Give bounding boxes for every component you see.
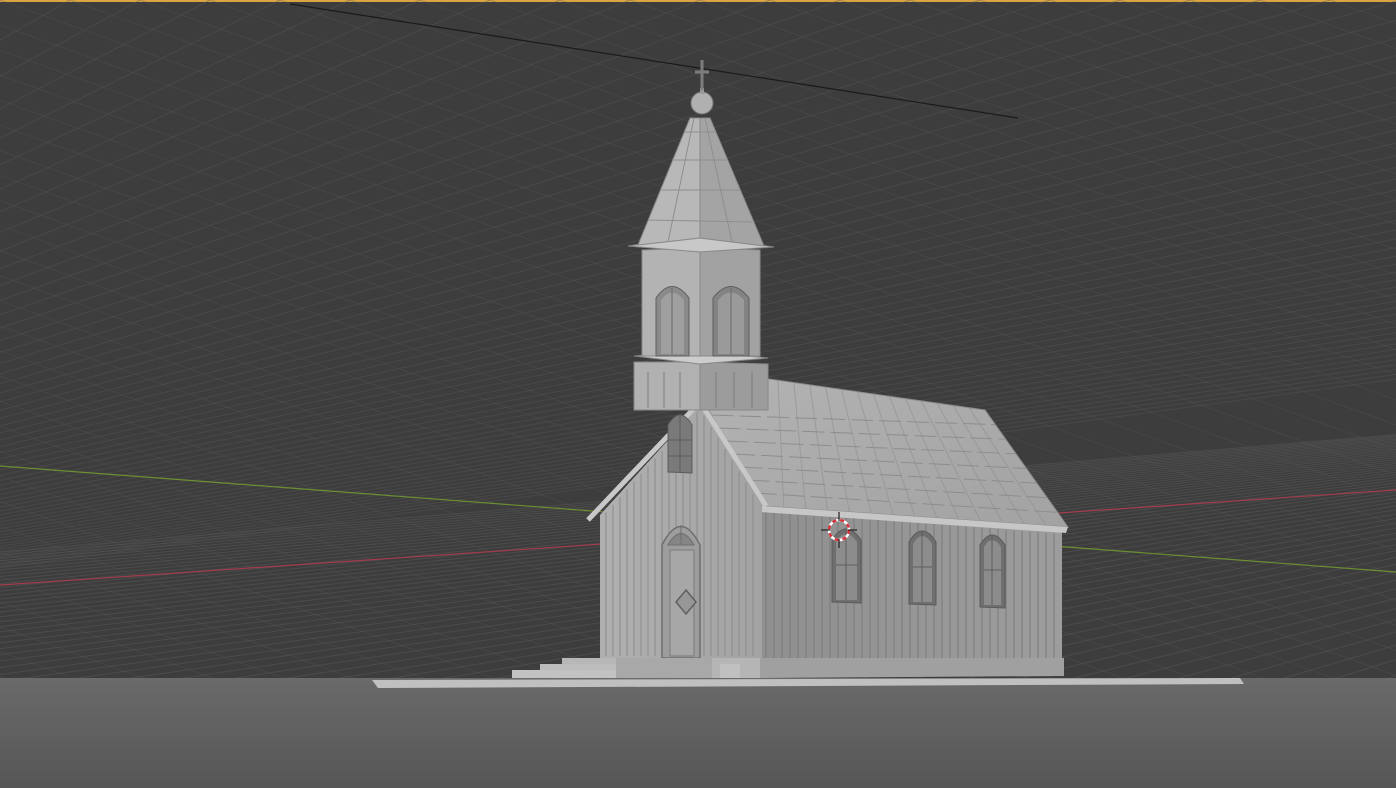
camera-guide-line xyxy=(289,3,1019,119)
front-door xyxy=(661,525,701,659)
tower-base xyxy=(633,361,701,411)
front-steps xyxy=(512,658,1064,678)
cross-icon xyxy=(695,60,709,90)
scene-canvas[interactable] xyxy=(0,0,1396,788)
ground-plane xyxy=(0,678,1396,788)
spire-finial-ball xyxy=(690,91,714,115)
3d-viewport[interactable] xyxy=(0,0,1396,788)
front-window xyxy=(667,414,693,474)
